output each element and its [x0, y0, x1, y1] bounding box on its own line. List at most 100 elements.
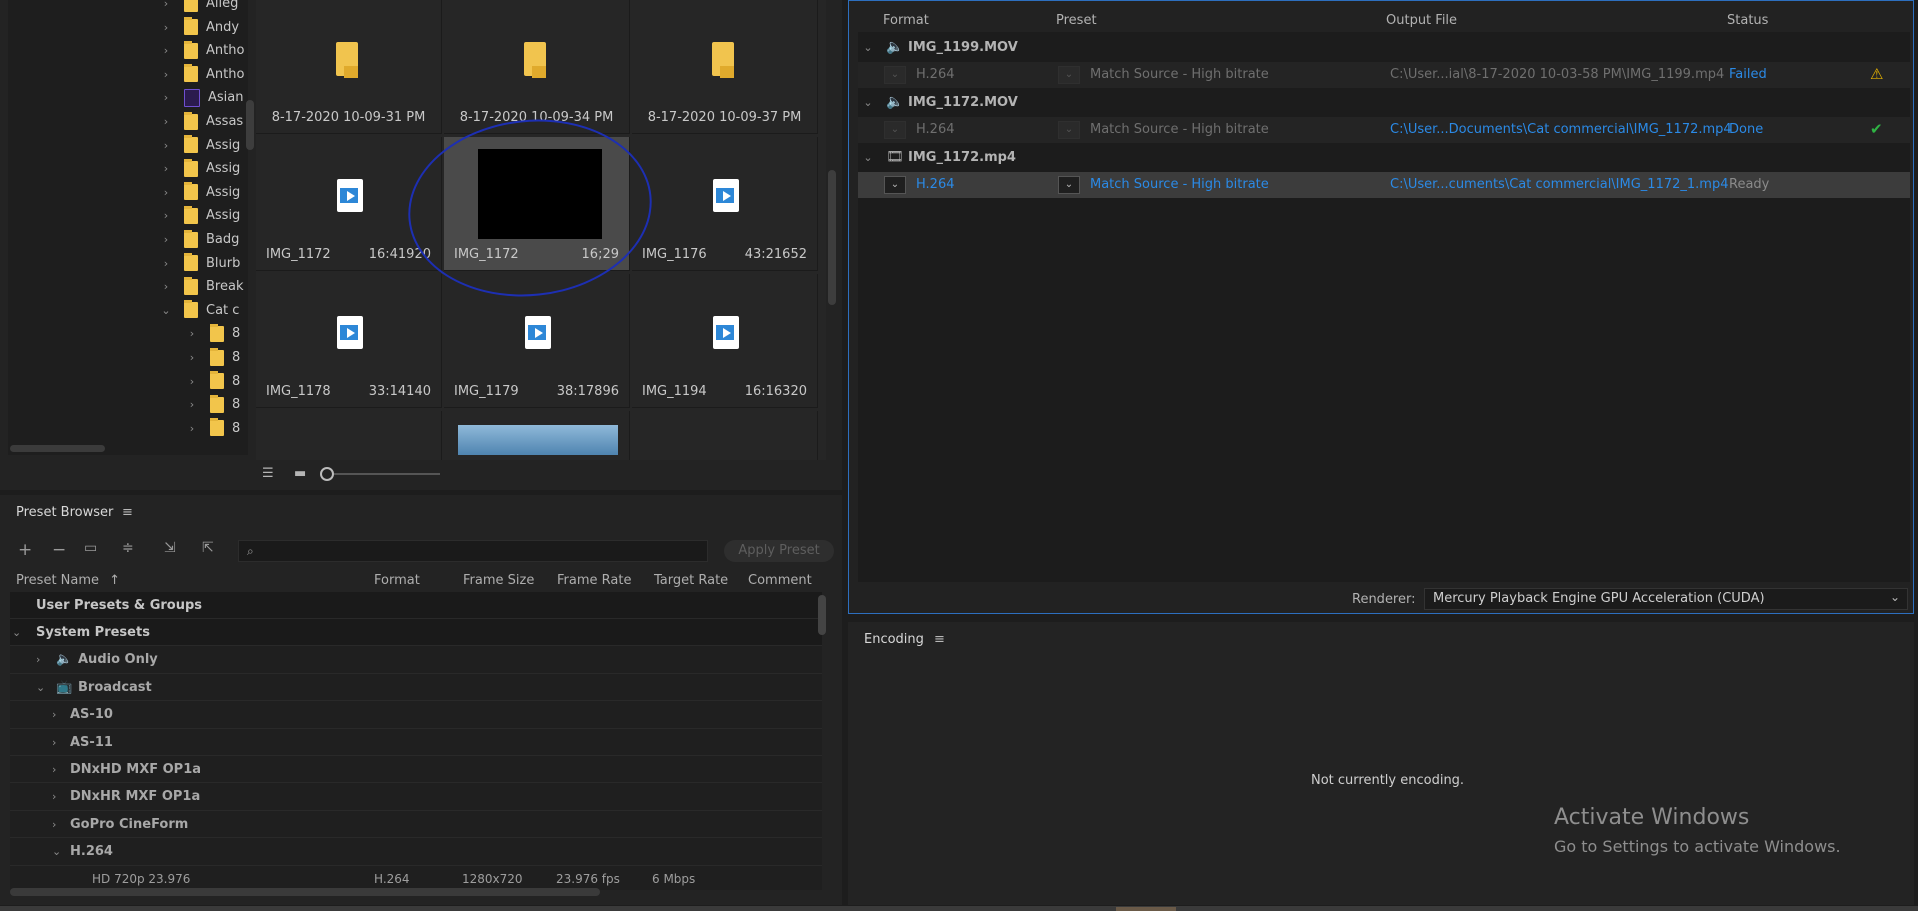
new-group-icon[interactable]: ▭	[84, 540, 97, 556]
tree-item[interactable]: › Break	[160, 275, 243, 298]
chevron-right-icon[interactable]: ›	[186, 422, 198, 435]
chevron-right-icon[interactable]: ›	[160, 280, 172, 293]
chevron-right-icon[interactable]: ›	[160, 21, 172, 34]
tree-item[interactable]: › Antho	[160, 63, 244, 86]
tree-item[interactable]: › 8	[186, 322, 240, 345]
chevron-right-icon[interactable]: ›	[160, 44, 172, 57]
folder-tree-scrollbar[interactable]	[246, 100, 254, 150]
chevron-down-icon[interactable]: ⌄	[1890, 590, 1900, 604]
tree-item[interactable]: › Alleg	[160, 0, 238, 15]
chevron-down-icon[interactable]: ⌄	[12, 626, 21, 639]
taskbar-item[interactable]	[1116, 907, 1176, 911]
queue-column-preset[interactable]: Preset	[1056, 13, 1097, 28]
tree-item[interactable]: ⌄ Cat c	[160, 299, 239, 322]
chevron-right-icon[interactable]: ›	[160, 139, 172, 152]
thumbnail-item[interactable]: IMG_1176 43:21652	[632, 137, 818, 271]
chevron-right-icon[interactable]: ›	[160, 257, 172, 270]
thumbnail-zoom-slider[interactable]	[330, 473, 440, 475]
chevron-right-icon[interactable]: ›	[160, 68, 172, 81]
tree-item[interactable]: › Assig	[160, 204, 240, 227]
preset-list-scrollbar[interactable]	[818, 595, 826, 635]
chevron-down-icon[interactable]: ⌄	[36, 681, 45, 694]
queue-output-row[interactable]: ⌄ H.264 ⌄ Match Source - High bitrate C:\Use…	[858, 117, 1910, 143]
tree-item[interactable]: › Andy	[160, 16, 239, 39]
queue-column-output-file[interactable]: Output File	[1386, 13, 1457, 28]
queue-column-format[interactable]: Format	[883, 13, 929, 28]
chevron-right-icon[interactable]: ›	[186, 351, 198, 364]
preset-row[interactable]: › AS-11	[10, 729, 822, 756]
chevron-down-icon[interactable]: ⌄	[52, 845, 61, 858]
thumbnail-item[interactable]	[256, 411, 442, 460]
preset-search-input[interactable]: ⌕	[238, 540, 708, 562]
thumbnail-item[interactable]: 8-17-2020 10-09-34 PM	[444, 0, 630, 134]
tree-item[interactable]: › Antho	[160, 39, 244, 62]
queue-preset[interactable]: Match Source - High bitrate	[1090, 177, 1269, 192]
chevron-right-icon[interactable]: ›	[52, 818, 56, 831]
preset-browser-menu-icon[interactable]: ≡	[122, 505, 133, 520]
thumbnail-view-icon[interactable]: ▬	[294, 466, 306, 481]
thumbnail-item[interactable]	[632, 411, 818, 460]
queue-source-row[interactable]: ⌄ 🎞 IMG_1172.mp4	[858, 144, 1910, 170]
tree-item[interactable]: › Assig	[160, 181, 240, 204]
export-preset-icon[interactable]: ⇱	[202, 540, 214, 556]
encoding-title[interactable]: Encoding	[864, 632, 924, 647]
preset-settings-icon[interactable]: ≑	[122, 540, 134, 556]
column-header-target-rate[interactable]: Target Rate	[654, 573, 728, 588]
renderer-dropdown[interactable]: Mercury Playback Engine GPU Acceleration…	[1424, 588, 1908, 610]
tree-item[interactable]: › Badg	[160, 228, 239, 251]
chevron-right-icon[interactable]: ›	[160, 209, 172, 222]
preset-dropdown[interactable]: ⌄	[1058, 176, 1080, 194]
format-dropdown[interactable]: ⌄	[884, 176, 906, 194]
column-header-preset-name[interactable]: Preset Name ↑	[16, 573, 120, 588]
preset-row[interactable]: › 🔈 Audio Only	[10, 647, 822, 674]
queue-column-status[interactable]: Status	[1727, 13, 1768, 28]
queue-source-row[interactable]: ⌄ 🔈 IMG_1199.MOV	[858, 34, 1910, 60]
chevron-right-icon[interactable]: ›	[160, 0, 172, 10]
chevron-right-icon[interactable]: ›	[52, 736, 56, 749]
tree-item[interactable]: › Assas	[160, 110, 243, 133]
preset-row[interactable]: › GoPro CineForm	[10, 811, 822, 839]
add-preset-icon[interactable]: +	[18, 540, 32, 560]
tree-item[interactable]: › 8	[186, 346, 240, 369]
chevron-down-icon[interactable]: ⌄	[160, 304, 172, 317]
chevron-right-icon[interactable]: ›	[160, 162, 172, 175]
chevron-right-icon[interactable]: ›	[36, 653, 40, 666]
chevron-right-icon[interactable]: ›	[160, 115, 172, 128]
tree-item[interactable]: › 8	[186, 393, 240, 416]
queue-source-row[interactable]: ⌄ 🔈 IMG_1172.MOV	[858, 89, 1910, 115]
chevron-down-icon[interactable]: ⌄	[862, 41, 874, 54]
preset-list-horizontal-scrollbar[interactable]	[10, 888, 600, 896]
chevron-right-icon[interactable]: ›	[52, 708, 56, 721]
column-header-frame-size[interactable]: Frame Size	[463, 573, 534, 588]
column-header-format[interactable]: Format	[374, 573, 420, 588]
list-view-icon[interactable]: ☰	[262, 466, 274, 481]
column-header-comment[interactable]: Comment	[748, 573, 812, 588]
chevron-right-icon[interactable]: ›	[52, 790, 56, 803]
remove-preset-icon[interactable]: −	[52, 540, 66, 560]
queue-status[interactable]: Done	[1729, 122, 1763, 137]
preset-row[interactable]: › AS-10	[10, 702, 822, 729]
queue-format[interactable]: H.264	[916, 177, 955, 192]
thumbnail-item[interactable]: IMG_1194 16:16320	[632, 274, 818, 408]
column-header-frame-rate[interactable]: Frame Rate	[557, 573, 631, 588]
folder-tree-horizontal-scrollbar[interactable]	[10, 445, 105, 452]
chevron-right-icon[interactable]: ›	[186, 375, 198, 388]
thumbnail-grid-scrollbar[interactable]	[828, 170, 836, 305]
preset-row[interactable]: › DNxHR MXF OP1a	[10, 784, 822, 811]
chevron-right-icon[interactable]: ›	[186, 327, 198, 340]
chevron-right-icon[interactable]: ›	[186, 398, 198, 411]
tree-item[interactable]: › 8	[186, 370, 240, 393]
thumbnail-item[interactable]: 8-17-2020 10-09-31 PM	[256, 0, 442, 134]
queue-output-row[interactable]: ⌄ H.264 ⌄ Match Source - High bitrate C:\Use…	[858, 62, 1910, 88]
tree-item[interactable]: › Blurb	[160, 252, 240, 275]
chevron-right-icon[interactable]: ›	[160, 186, 172, 199]
tree-item[interactable]: › Asian	[160, 86, 243, 109]
queue-output-file[interactable]: C:\User...Documents\Cat commercial\IMG_1…	[1390, 122, 1732, 137]
chevron-right-icon[interactable]: ›	[52, 763, 56, 776]
thumbnail-item[interactable]: 8-17-2020 10-09-37 PM	[632, 0, 818, 134]
apply-preset-button[interactable]: Apply Preset	[724, 540, 834, 562]
thumbnail-item[interactable]: IMG_1178 33:14140	[256, 274, 442, 408]
thumbnail-zoom-handle[interactable]	[320, 467, 334, 481]
preset-row[interactable]: HD 720p 23.976 H.264 1280x720 23.976 fps 6 M…	[10, 866, 822, 890]
tree-item[interactable]: › Assig	[160, 134, 240, 157]
